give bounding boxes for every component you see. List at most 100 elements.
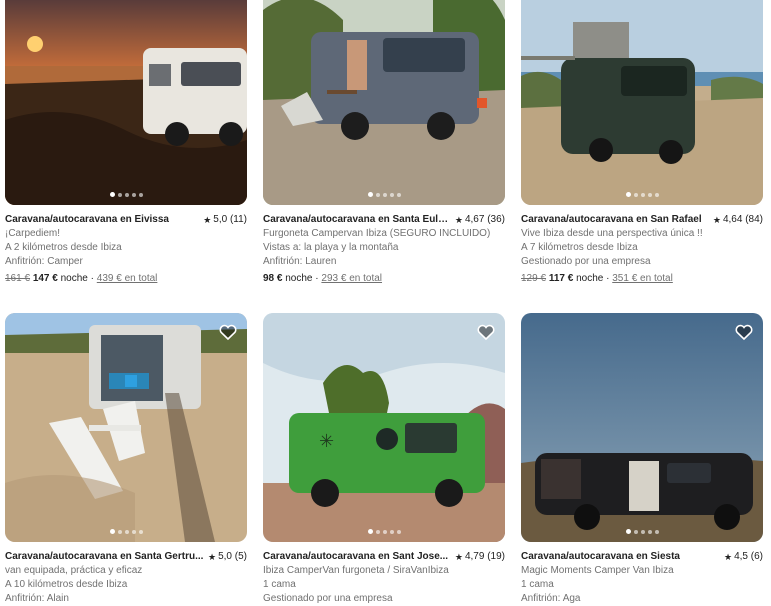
listing-subtitle: Ibiza CamperVan furgoneta / SiraVanIbiza [263, 565, 449, 576]
photo-pagination [263, 529, 505, 534]
pagination-dot [633, 529, 638, 534]
listing-card[interactable]: Caravana/autocaravana en Santa Gertru...… [5, 313, 247, 606]
listing-subtitle: ¡Carpediem! [5, 228, 61, 239]
listing-subtitle: Vive Ibiza desde una perspectiva única !… [521, 228, 703, 239]
pagination-dot [367, 529, 373, 534]
price-unit: noche [60, 273, 88, 284]
nightly-price: 117 € [548, 273, 574, 284]
rating-value: 4,64 (84) [722, 214, 763, 225]
rating-value: 4,67 (36) [464, 214, 505, 225]
listing-host: Anfitrión: Alain [5, 593, 69, 604]
listing-rating: ★ 4,64 (84) [713, 213, 763, 227]
listing-distance: A 7 kilómetros desde Ibiza [521, 242, 638, 253]
heart-icon[interactable] [476, 322, 496, 342]
listing-card[interactable]: Caravana/autocaravana en Santa Eulà... ★… [263, 0, 505, 286]
listing-host: Gestionado por una empresa [263, 593, 393, 604]
listing-host: Anfitrión: Aga [521, 593, 581, 604]
pagination-dot [625, 192, 631, 197]
listing-photo[interactable]: ✳ [263, 313, 505, 542]
total-price-link[interactable]: 439 € en total [97, 273, 158, 284]
pagination-dot [375, 192, 380, 197]
star-icon: ★ [724, 552, 733, 562]
listing-card[interactable]: Caravana/autocaravana en San Rafael ★ 4,6… [521, 0, 763, 286]
pagination-dot [138, 529, 143, 534]
pagination-dot [625, 529, 631, 534]
listing-card[interactable]: ✳ Caravana/autocaravana en Sant Jose... … [263, 313, 505, 606]
star-icon: ★ [208, 552, 217, 562]
pagination-dot [367, 192, 373, 197]
pagination-dot [389, 529, 394, 534]
pagination-dot [654, 192, 659, 197]
rating-value: 4,79 (19) [464, 551, 505, 562]
listing-title[interactable]: Caravana/autocaravana en Santa Eulà... [263, 213, 451, 227]
pagination-dot [124, 529, 129, 534]
pagination-dot [138, 192, 143, 197]
listing-photo[interactable] [521, 313, 763, 542]
star-icon: ★ [203, 215, 212, 225]
dark-van-dusk-photo [521, 313, 763, 542]
photo-pagination [5, 529, 247, 534]
pagination-dot [640, 192, 645, 197]
listing-price: 98 € noche · 293 € en total [263, 272, 505, 286]
star-icon: ★ [454, 552, 463, 562]
pagination-dot [375, 529, 380, 534]
price-separator: · [90, 273, 94, 284]
total-price-link[interactable]: 351 € en total [612, 273, 673, 284]
listing-photo[interactable] [521, 0, 763, 205]
listing-beds: 1 cama [263, 579, 296, 590]
price-unit: noche [576, 273, 604, 284]
pagination-dot [633, 192, 638, 197]
pagination-dot [124, 192, 129, 197]
price-unit: noche [285, 273, 313, 284]
svg-text:✳: ✳ [319, 431, 334, 452]
photo-pagination [263, 192, 505, 197]
listing-host: Anfitrión: Lauren [263, 256, 337, 267]
listing-price: 161 € 147 € noche · 439 € en total [5, 272, 247, 286]
listing-card[interactable]: Caravana/autocaravana en Eivissa ★ 5,0 (1… [5, 0, 247, 286]
total-price-link[interactable]: 293 € en total [321, 273, 382, 284]
listing-title[interactable]: Caravana/autocaravana en Eivissa [5, 213, 169, 227]
sunset-camper-photo [5, 0, 247, 205]
star-icon: ★ [454, 215, 463, 225]
pagination-dot [647, 529, 652, 534]
original-price: 129 € [521, 273, 547, 284]
listing-photo[interactable] [263, 0, 505, 205]
pagination-dot [396, 192, 401, 197]
pop-top-van-coast-photo [521, 0, 763, 205]
listing-photo[interactable] [5, 313, 247, 542]
listing-price: 129 € 117 € noche · 351 € en total [521, 272, 763, 286]
listing-card[interactable]: Caravana/autocaravana en Siesta ★ 4,5 (6)… [521, 313, 763, 606]
nightly-price: 147 € [32, 273, 58, 284]
open-van-chairs-photo [5, 313, 247, 542]
listing-title[interactable]: Caravana/autocaravana en Sant Jose... [263, 550, 448, 564]
pagination-dot [109, 529, 115, 534]
listing-rating: ★ 5,0 (5) [208, 550, 247, 564]
rating-value: 5,0 (11) [213, 214, 247, 225]
listing-distance: A 2 kilómetros desde Ibiza [5, 242, 122, 253]
price-separator: · [606, 273, 610, 284]
star-icon: ★ [712, 215, 721, 225]
heart-icon[interactable] [218, 322, 238, 342]
rating-value: 5,0 (5) [218, 551, 247, 562]
listing-title[interactable]: Caravana/autocaravana en Santa Gertru... [5, 550, 203, 564]
listing-rating: ★ 4,79 (19) [455, 550, 505, 564]
grey-van-forest-photo [263, 0, 505, 205]
listing-subtitle: Magic Moments Camper Van Ibiza [521, 565, 674, 576]
listing-title[interactable]: Caravana/autocaravana en Siesta [521, 550, 680, 564]
listing-photo[interactable] [5, 0, 247, 205]
pagination-dot [382, 529, 387, 534]
pagination-dot [117, 529, 122, 534]
price-separator: · [315, 273, 319, 284]
pagination-dot [131, 192, 136, 197]
pagination-dot [396, 529, 401, 534]
pagination-dot [117, 192, 122, 197]
pagination-dot [382, 192, 387, 197]
original-price: 161 € [5, 273, 31, 284]
heart-icon[interactable] [734, 322, 754, 342]
photo-pagination [5, 192, 247, 197]
listing-distance: A 10 kilómetros desde Ibiza [5, 579, 128, 590]
listing-title[interactable]: Caravana/autocaravana en San Rafael [521, 213, 702, 227]
pagination-dot [389, 192, 394, 197]
green-van-photo: ✳ [263, 313, 505, 542]
listing-rating: ★ 5,0 (11) [203, 213, 247, 227]
